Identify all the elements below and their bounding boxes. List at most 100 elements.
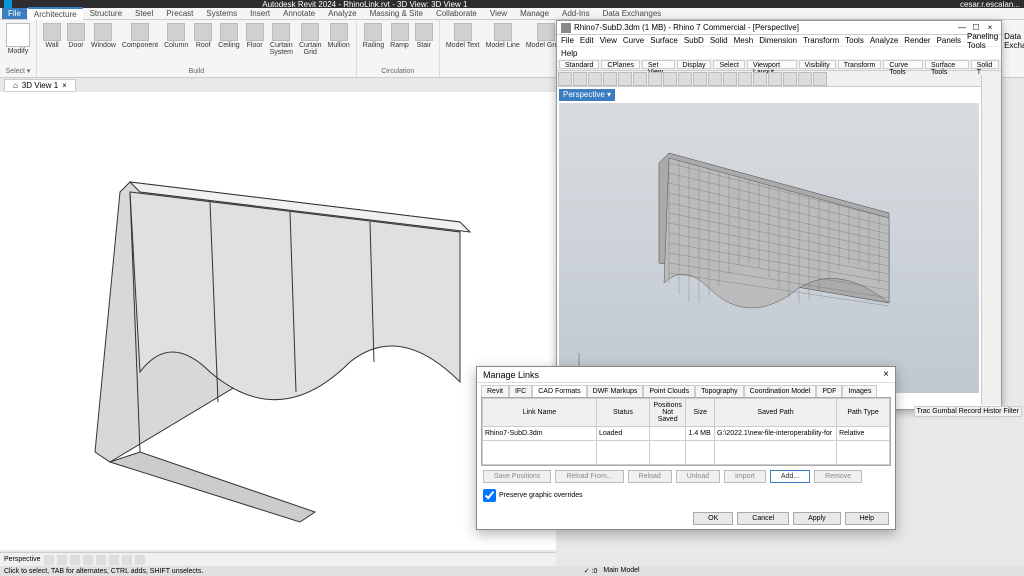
- tab-massing[interactable]: Massing & Site: [364, 8, 429, 19]
- rhino-tool-icon[interactable]: [633, 72, 647, 86]
- rhino-menu-analyze[interactable]: Analyze: [870, 36, 898, 45]
- rhino-tab[interactable]: Curve Tools: [883, 60, 923, 69]
- rhino-tool-icon[interactable]: [738, 72, 752, 86]
- rhino-tab[interactable]: Set View: [642, 60, 675, 69]
- col-size[interactable]: Size: [686, 399, 714, 427]
- status-icon[interactable]: [57, 555, 67, 565]
- mullion-button[interactable]: Mullion: [326, 22, 352, 50]
- rhino-menu-paneling tools[interactable]: Paneling Tools: [967, 32, 998, 50]
- component-button[interactable]: Component: [120, 22, 160, 50]
- roof-button[interactable]: Roof: [192, 22, 214, 50]
- wall-button[interactable]: Wall: [41, 22, 63, 50]
- rhino-tool-icon[interactable]: [603, 72, 617, 86]
- model-line-button[interactable]: Model Line: [484, 22, 522, 50]
- apply-button[interactable]: Apply: [793, 512, 841, 525]
- model-text-button[interactable]: Model Text: [444, 22, 482, 50]
- reloadfrom-button[interactable]: Reload From...: [555, 470, 623, 483]
- rhino-menu-tools[interactable]: Tools: [845, 36, 864, 45]
- rhino-menu-edit[interactable]: Edit: [580, 36, 594, 45]
- rhino-tool-icon[interactable]: [693, 72, 707, 86]
- unload-button[interactable]: Unload: [676, 470, 720, 483]
- revit-viewport[interactable]: [0, 92, 556, 550]
- table-row[interactable]: Rhino7-SubD.3dmLoaded1.4 MBG:\2022.1\new…: [483, 427, 890, 441]
- rhino-tab[interactable]: Solid T: [971, 60, 999, 69]
- ramp-button[interactable]: Ramp: [388, 22, 411, 50]
- rhino-tool-icon[interactable]: [783, 72, 797, 86]
- rhino-menu-curve[interactable]: Curve: [623, 36, 644, 45]
- rhino-tool-icon[interactable]: [663, 72, 677, 86]
- rhino-tab[interactable]: Visibility: [799, 60, 836, 69]
- tab-file[interactable]: File: [2, 8, 27, 19]
- dialog-tab-pdf[interactable]: PDF: [816, 385, 842, 397]
- dialog-tab-coordination-model[interactable]: Coordination Model: [744, 385, 817, 397]
- rhino-menu-subd[interactable]: SubD: [684, 36, 704, 45]
- tab-dataexch[interactable]: Data Exchanges: [597, 8, 668, 19]
- status-icon[interactable]: [70, 555, 80, 565]
- close-icon[interactable]: ×: [62, 81, 67, 90]
- rhino-menu-render[interactable]: Render: [904, 36, 930, 45]
- tab-systems[interactable]: Systems: [200, 8, 243, 19]
- checkbox[interactable]: [483, 489, 496, 502]
- ok-button[interactable]: OK: [693, 512, 733, 525]
- rhino-tab[interactable]: CPlanes: [601, 60, 639, 69]
- cancel-button[interactable]: Cancel: [737, 512, 789, 525]
- rhino-tool-icon[interactable]: [618, 72, 632, 86]
- rhino-help[interactable]: Help: [561, 49, 577, 58]
- dialog-tab-ifc[interactable]: IFC: [509, 385, 532, 397]
- remove-button[interactable]: Remove: [814, 470, 862, 483]
- dialog-tab-images[interactable]: Images: [842, 385, 877, 397]
- tab-collaborate[interactable]: Collaborate: [430, 8, 483, 19]
- col-path[interactable]: Saved Path: [714, 399, 836, 427]
- rhino-tab[interactable]: Surface Tools: [925, 60, 969, 69]
- rhino-viewport[interactable]: [559, 103, 979, 393]
- tab-architecture[interactable]: Architecture: [28, 7, 83, 20]
- status-icon[interactable]: [96, 555, 106, 565]
- ceiling-button[interactable]: Ceiling: [216, 22, 241, 50]
- tab-insert[interactable]: Insert: [244, 8, 276, 19]
- status-icon[interactable]: [44, 555, 54, 565]
- savepositions-button[interactable]: Save Positions: [483, 470, 551, 483]
- rhino-menu-dimension[interactable]: Dimension: [759, 36, 797, 45]
- rhino-menu-surface[interactable]: Surface: [650, 36, 678, 45]
- rhino-menu-file[interactable]: File: [561, 36, 574, 45]
- dialog-tab-revit[interactable]: Revit: [481, 385, 509, 397]
- rhino-tool-icon[interactable]: [768, 72, 782, 86]
- dialog-tab-point-clouds[interactable]: Point Clouds: [643, 385, 695, 397]
- rhino-menu-transform[interactable]: Transform: [803, 36, 839, 45]
- floor-button[interactable]: Floor: [244, 22, 266, 50]
- tab-precast[interactable]: Precast: [160, 8, 199, 19]
- tab-steel[interactable]: Steel: [129, 8, 159, 19]
- tab-view[interactable]: View: [484, 8, 513, 19]
- rhino-menu-view[interactable]: View: [600, 36, 617, 45]
- door-button[interactable]: Door: [65, 22, 87, 50]
- rhino-tool-icon[interactable]: [753, 72, 767, 86]
- perspective-label[interactable]: Perspective: [4, 556, 41, 563]
- rhino-viewport-label[interactable]: Perspective ▾: [559, 89, 615, 101]
- help-button[interactable]: Help: [845, 512, 889, 525]
- rhino-tab[interactable]: Display: [677, 60, 712, 69]
- tab-annotate[interactable]: Annotate: [277, 8, 321, 19]
- revit-user[interactable]: cesar.r.escalan...: [960, 0, 1020, 9]
- rhino-tool-icon[interactable]: [678, 72, 692, 86]
- curtain-system-button[interactable]: Curtain System: [268, 22, 295, 57]
- dialog-tab-dwf-markups[interactable]: DWF Markups: [587, 385, 644, 397]
- column-button[interactable]: Column: [162, 22, 190, 50]
- rhino-menu-panels[interactable]: Panels: [937, 36, 961, 45]
- import-button[interactable]: Import: [724, 470, 766, 483]
- rhino-tool-icon[interactable]: [723, 72, 737, 86]
- rhino-menu-data exchange[interactable]: Data Exchange: [1004, 32, 1024, 50]
- rhino-tool-icon[interactable]: [573, 72, 587, 86]
- dialog-close-button[interactable]: ×: [883, 369, 889, 380]
- tab-addins[interactable]: Add-Ins: [556, 8, 596, 19]
- rhino-tool-icon[interactable]: [558, 72, 572, 86]
- status-icon[interactable]: [109, 555, 119, 565]
- rhino-tab[interactable]: Standard: [559, 60, 599, 69]
- filter-bar[interactable]: Trac Gumbal Record Histor Filter: [914, 406, 1022, 417]
- railing-button[interactable]: Railing: [361, 22, 386, 50]
- dialog-tab-cad-formats[interactable]: CAD Formats: [532, 385, 586, 397]
- tab-analyze[interactable]: Analyze: [322, 8, 362, 19]
- modify-button[interactable]: Modify: [4, 22, 32, 56]
- rhino-menu-mesh[interactable]: Mesh: [734, 36, 754, 45]
- tab-structure[interactable]: Structure: [84, 8, 128, 19]
- rhino-tool-icon[interactable]: [708, 72, 722, 86]
